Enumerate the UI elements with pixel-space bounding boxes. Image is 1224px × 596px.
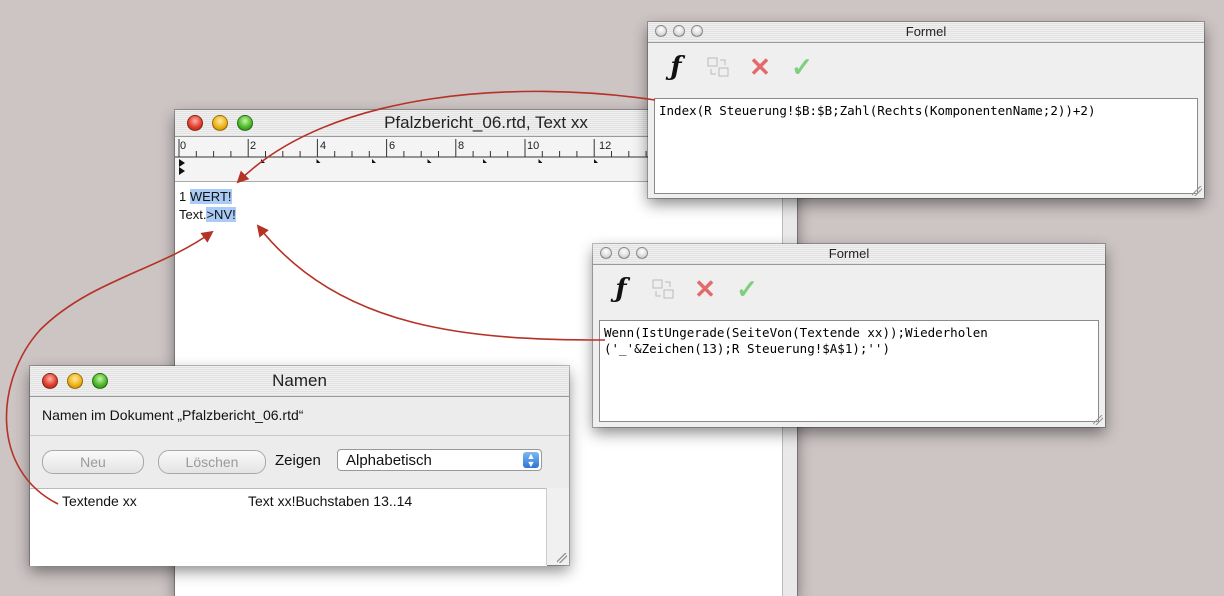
document-title: Pfalzbericht_06.rtd, Text xx bbox=[384, 113, 588, 132]
zoom-icon[interactable] bbox=[636, 247, 648, 259]
cancel-icon[interactable]: ✕ bbox=[691, 274, 719, 304]
accept-icon[interactable]: ✓ bbox=[788, 52, 816, 82]
accept-icon[interactable]: ✓ bbox=[733, 274, 761, 304]
function-icon[interactable]: ƒ bbox=[662, 52, 690, 82]
ruler-label: 2 bbox=[250, 140, 257, 152]
names-window: Namen Namen im Dokument „Pfalzbericht_06… bbox=[30, 366, 569, 566]
resize-grip-icon[interactable] bbox=[1192, 186, 1202, 196]
formula-toolbar: ƒ ✕ ✓ bbox=[648, 43, 1204, 91]
formula-field[interactable]: Wenn(IstUngerade(SeiteVon(Textende xx));… bbox=[599, 320, 1099, 422]
minimize-icon[interactable] bbox=[673, 25, 685, 37]
cancel-icon[interactable]: ✕ bbox=[746, 52, 774, 82]
ruler-label: 4 bbox=[320, 140, 327, 152]
minimize-icon[interactable] bbox=[212, 115, 228, 131]
formula-window-middle: Formel ƒ ✕ ✓ Wenn(IstUngerade(SeiteVon(T… bbox=[593, 244, 1105, 427]
close-icon[interactable] bbox=[187, 115, 203, 131]
show-select[interactable]: Alphabetisch ▲ ▼ bbox=[337, 449, 542, 471]
updown-arrows-icon: ▲ ▼ bbox=[523, 452, 539, 469]
reference-cell: Text xx!Buchstaben 13..14 bbox=[248, 493, 413, 509]
names-titlebar[interactable]: Namen bbox=[30, 366, 569, 397]
resize-grip-icon[interactable] bbox=[1093, 415, 1103, 425]
delete-button[interactable]: Löschen bbox=[158, 450, 266, 474]
function-icon[interactable]: ƒ bbox=[607, 274, 635, 304]
names-title: Namen bbox=[272, 371, 327, 390]
minimize-icon[interactable] bbox=[67, 373, 83, 389]
names-subtitle: Namen im Dokument „Pfalzbericht_06.rtd“ bbox=[30, 397, 569, 436]
names-controls: Neu Löschen Zeigen Alphabetisch ▲ ▼ bbox=[30, 436, 569, 484]
name-cell: Textende xx bbox=[62, 493, 137, 509]
close-icon[interactable] bbox=[42, 373, 58, 389]
ruler-label: 8 bbox=[458, 140, 465, 152]
formula-title: Formel bbox=[828, 246, 870, 261]
minimize-icon[interactable] bbox=[618, 247, 630, 259]
show-label: Zeigen bbox=[275, 452, 321, 469]
formula-titlebar[interactable]: Formel bbox=[648, 22, 1204, 43]
zoom-icon[interactable] bbox=[92, 373, 108, 389]
line-number: 1 bbox=[179, 189, 190, 204]
list-item[interactable]: Textende xx Text xx!Buchstaben 13..14 bbox=[30, 489, 547, 513]
formula-toolbar: ƒ ✕ ✓ bbox=[593, 265, 1105, 313]
ruler-label: 10 bbox=[527, 140, 540, 152]
zoom-icon[interactable] bbox=[691, 25, 703, 37]
text-content: Text. bbox=[179, 207, 207, 222]
new-button[interactable]: Neu bbox=[42, 450, 144, 474]
formula-window-top: Formel ƒ ✕ ✓ Index(R Steuerung!$B:$B;Zah… bbox=[648, 22, 1204, 198]
names-list[interactable]: Textende xx Text xx!Buchstaben 13..14 bbox=[30, 488, 547, 566]
ruler-label: 0 bbox=[180, 140, 187, 152]
text-line: Text.>NV! bbox=[179, 206, 793, 224]
resize-grip-icon[interactable] bbox=[557, 553, 567, 563]
close-icon[interactable] bbox=[655, 25, 667, 37]
ruler-label: 6 bbox=[389, 140, 396, 152]
formula-field[interactable]: Index(R Steuerung!$B:$B;Zahl(Rechts(Komp… bbox=[654, 98, 1198, 194]
zoom-icon[interactable] bbox=[237, 115, 253, 131]
error-placeholder[interactable]: WERT! bbox=[189, 189, 232, 204]
show-select-value: Alphabetisch bbox=[346, 452, 432, 469]
error-placeholder[interactable]: >NV! bbox=[206, 207, 236, 222]
ruler-label: 12 bbox=[599, 140, 612, 152]
close-icon[interactable] bbox=[600, 247, 612, 259]
formula-titlebar[interactable]: Formel bbox=[593, 244, 1105, 265]
insert-reference-icon[interactable] bbox=[649, 275, 677, 303]
insert-reference-icon[interactable] bbox=[704, 53, 732, 81]
formula-title: Formel bbox=[905, 24, 947, 39]
